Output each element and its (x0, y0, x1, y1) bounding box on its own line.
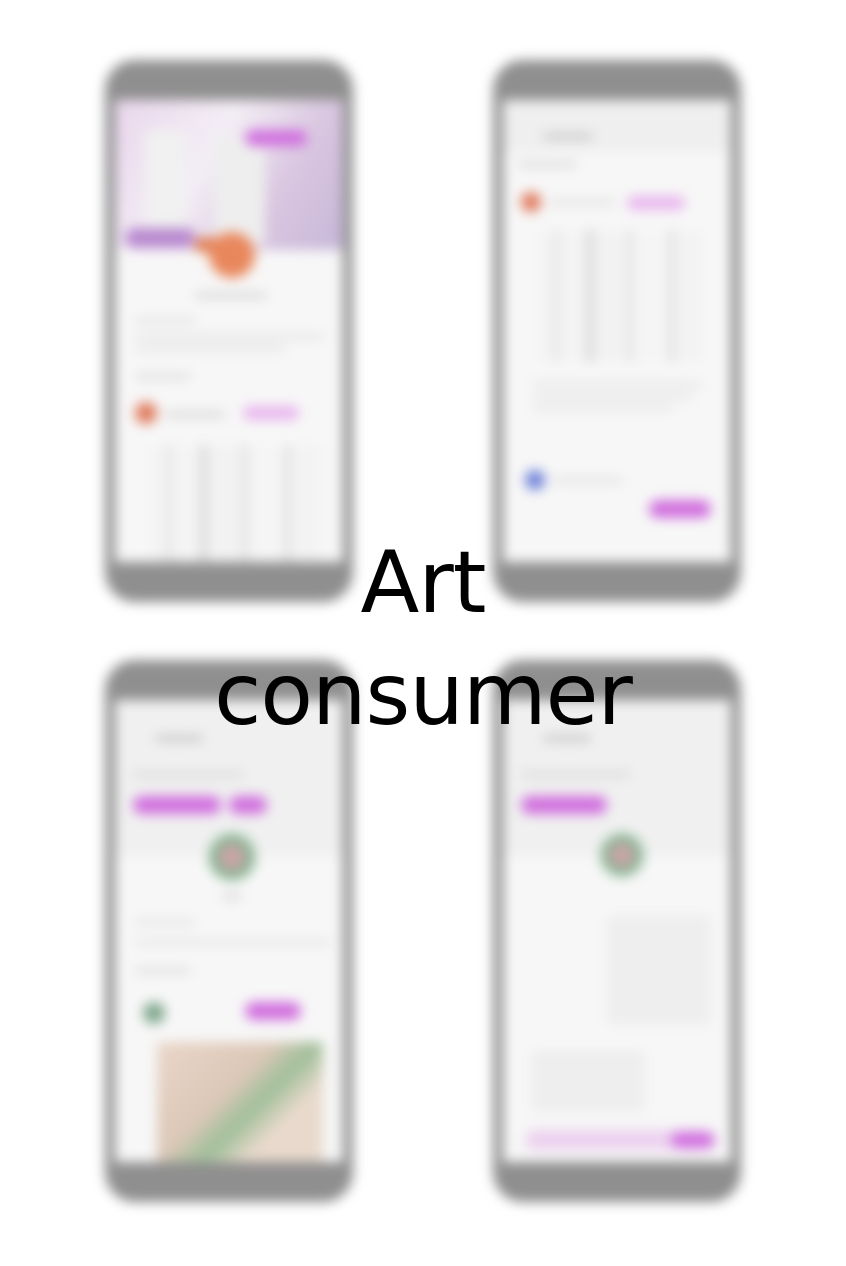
page-title: Art consumer (0, 527, 846, 751)
phone-mockup-feed (493, 60, 741, 602)
send-button[interactable] (671, 1132, 715, 1148)
follow-button[interactable] (245, 130, 307, 146)
send-button[interactable] (649, 500, 711, 518)
artwork-image (157, 1042, 323, 1162)
feed-screen (503, 100, 731, 562)
message-bubble (607, 915, 711, 1025)
artwork-image (538, 230, 703, 362)
title-line-2: consumer (214, 645, 633, 745)
message-bubble (531, 1050, 645, 1112)
title-line-1: Art (360, 533, 487, 633)
avatar (207, 832, 257, 882)
avatar (599, 832, 645, 878)
profile-screen (115, 100, 343, 562)
phone-mockup-profile (105, 60, 353, 602)
avatar (209, 232, 255, 278)
artist-profile-screen (115, 700, 343, 1162)
chat-screen (503, 700, 731, 1162)
